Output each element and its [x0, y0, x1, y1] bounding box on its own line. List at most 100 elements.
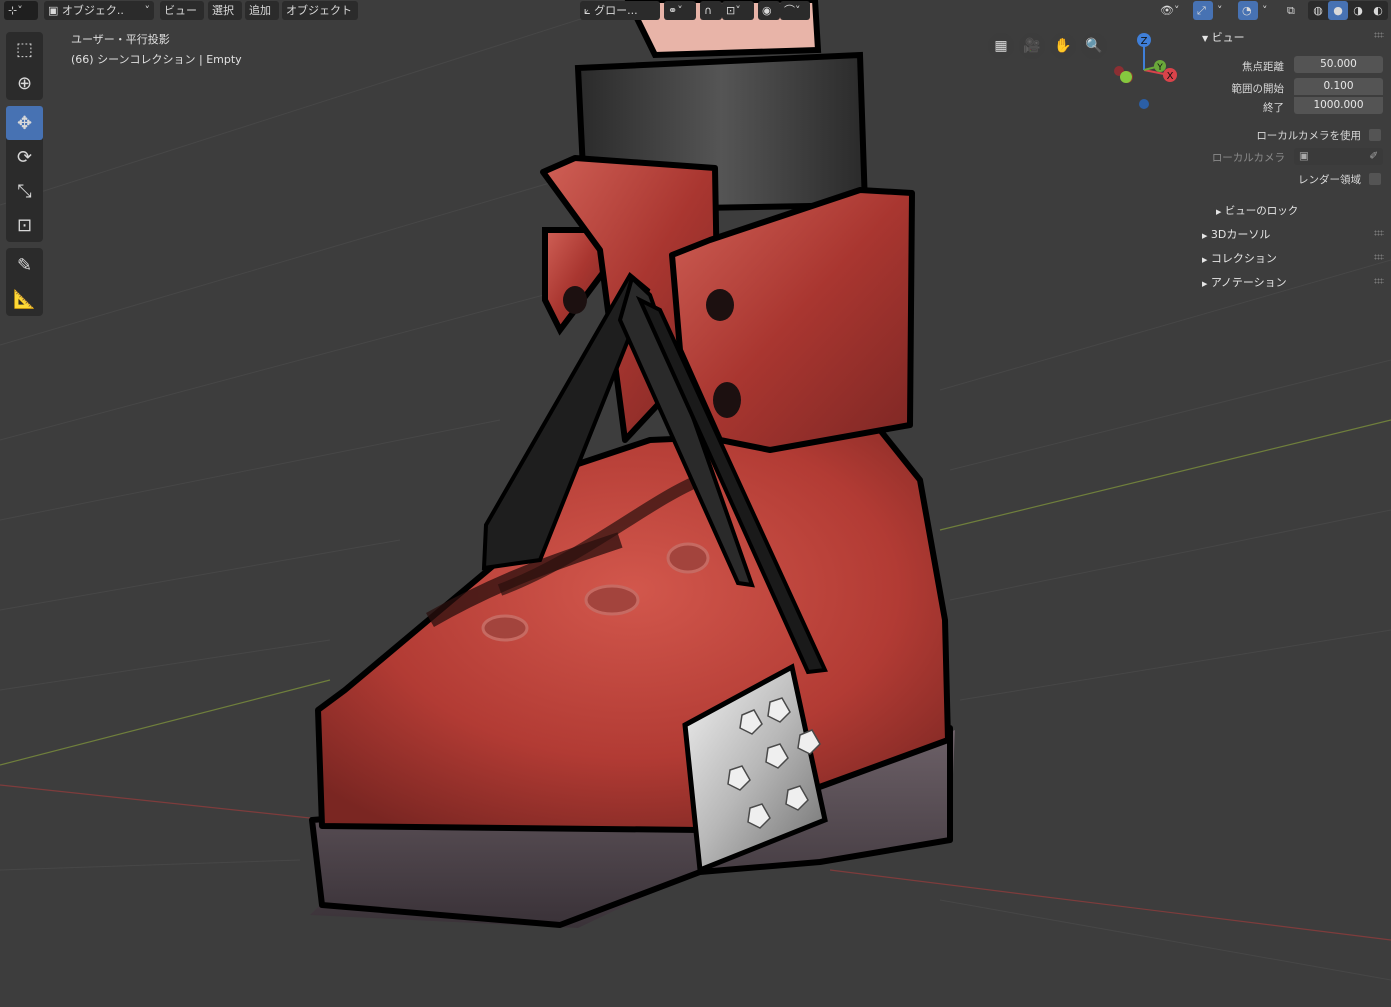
drag-handle-icon[interactable]: [1374, 230, 1384, 236]
snap-toggle[interactable]: ∩: [700, 1, 722, 20]
scale-icon[interactable]: ⤡: [6, 174, 43, 208]
falloff-curve-icon: ⌒˅: [784, 4, 801, 17]
pivot-point-button[interactable]: ⚭˅: [664, 1, 696, 20]
view-panel-title: ビュー: [1211, 31, 1245, 44]
overlay-dropdown[interactable]: ˅: [1258, 1, 1274, 20]
transform-orientation-label: グロー...: [594, 4, 638, 17]
drag-handle-icon[interactable]: [1374, 32, 1384, 38]
gizmo-dropdown[interactable]: ˅: [1213, 1, 1229, 20]
editor-type-button[interactable]: ⊹˅: [4, 1, 38, 20]
hand-pan-icon[interactable]: ✋: [1050, 33, 1076, 59]
local-camera-field[interactable]: ▣ ✐: [1294, 148, 1383, 165]
menu-add-label: 追加: [249, 4, 271, 17]
render-region-label: レンダー領域: [1298, 174, 1361, 186]
triangle-right-icon: ▶: [1216, 208, 1222, 216]
panel-collection-label: コレクション: [1210, 252, 1277, 265]
local-camera-label: ローカルカメラ: [1211, 152, 1285, 164]
chevron-down-icon: ˅: [1262, 4, 1268, 17]
overlay-icon: ◔: [1242, 4, 1252, 17]
gizmo-neg-y-icon[interactable]: [1120, 71, 1132, 83]
cursor-icon[interactable]: ⊕: [6, 66, 43, 100]
clip-start-label: 範囲の開始: [1231, 83, 1285, 95]
orientation-icon: ⟀: [584, 4, 591, 17]
grid-icon[interactable]: ▦: [988, 33, 1014, 59]
triangle-right-icon: ▶: [1202, 280, 1208, 288]
axis-icon: ⊹: [8, 4, 18, 17]
menu-add[interactable]: 追加: [245, 1, 279, 20]
triangle-right-icon: ▶: [1202, 256, 1208, 264]
tool-shelf: ⬚ ⊕ ✥ ⟳ ⤡ ⊡ ✎ 📐: [6, 32, 43, 322]
menu-object-label: オブジェクト: [286, 4, 352, 17]
camera-object-icon: ▣: [1299, 150, 1309, 162]
clip-end-label: 終了: [1263, 102, 1284, 114]
tool-group-transform: ✥ ⟳ ⤡ ⊡: [6, 106, 43, 242]
view-lock-subpanel[interactable]: ▶ ビューのロック: [1216, 203, 1298, 218]
xray-toggle[interactable]: ⧉: [1283, 1, 1303, 20]
render-region-checkbox[interactable]: [1369, 173, 1381, 185]
triangle-right-icon: ▶: [1202, 232, 1208, 240]
chevron-down-icon: ˅: [1217, 4, 1223, 17]
eye-icon: 👁˅: [1160, 4, 1180, 17]
move-icon[interactable]: ✥: [6, 106, 43, 140]
mode-dropdown[interactable]: ▣ オブジェク.. ˅: [44, 1, 154, 20]
gizmo-y-label: Y: [1156, 63, 1163, 73]
solid-shading-icon[interactable]: ●: [1328, 1, 1348, 20]
use-local-camera-label: ローカルカメラを使用: [1256, 130, 1361, 142]
menu-object[interactable]: オブジェクト: [282, 1, 358, 20]
gizmo-toggle[interactable]: ⤢: [1193, 1, 1213, 20]
view-name: ユーザー・平行投影: [71, 33, 170, 46]
falloff-button[interactable]: ⌒˅: [780, 1, 810, 20]
overlay-toggle[interactable]: ◔: [1238, 1, 1258, 20]
panel-3d-cursor-label: 3Dカーソル: [1210, 228, 1271, 241]
clip-end-field[interactable]: 1000.000: [1294, 97, 1383, 114]
transform-icon[interactable]: ⊡: [6, 208, 43, 242]
panel-annotation[interactable]: ▶ アノテーション: [1202, 274, 1287, 290]
snap-target-button[interactable]: ⊡˅: [722, 1, 754, 20]
wireframe-shading-icon[interactable]: ◍: [1308, 1, 1328, 20]
drag-handle-icon[interactable]: [1374, 278, 1384, 284]
gizmo-icon: ⤢: [1197, 4, 1206, 17]
viewport-scene: [0, 0, 1391, 981]
focal-length-label: 焦点距離: [1242, 61, 1284, 73]
panel-annotation-label: アノテーション: [1210, 276, 1287, 289]
xray-icon: ⧉: [1287, 4, 1295, 17]
gizmo-neg-z-icon[interactable]: [1139, 99, 1149, 109]
material-shading-icon[interactable]: ◑: [1348, 1, 1368, 20]
collection-info: (66) シーンコレクション | Empty: [71, 53, 242, 66]
gizmo-x-label: X: [1167, 71, 1174, 82]
menu-select-label: 選択: [212, 4, 234, 17]
boot-model: [309, 0, 955, 928]
annotate-icon[interactable]: ✎: [6, 248, 43, 282]
proportional-edit-icon: ◉: [762, 4, 772, 17]
3d-viewport[interactable]: ⊹˅ ▣ オブジェク.. ˅ ビュー 選択 追加 オブジェクト ⟀ グロー...…: [0, 0, 1391, 1007]
menu-view-label: ビュー: [164, 4, 197, 17]
rendered-shading-icon[interactable]: ◐: [1368, 1, 1388, 20]
drag-handle-icon[interactable]: [1374, 254, 1384, 260]
chevron-down-icon: ˅: [17, 4, 23, 17]
clip-start-field[interactable]: 0.100: [1294, 78, 1383, 95]
sidebar-panel: ▼ ビュー 焦点距離 50.000 範囲の開始 0.100 終了 1000.00…: [1194, 22, 1391, 302]
view-panel-header[interactable]: ▼ ビュー: [1202, 29, 1245, 45]
tool-group-annotate: ✎ 📐: [6, 248, 43, 316]
panel-collection[interactable]: ▶ コレクション: [1202, 250, 1277, 266]
visibility-button[interactable]: 👁˅: [1156, 1, 1188, 20]
use-local-camera-checkbox[interactable]: [1369, 129, 1381, 141]
gizmo-z-label: Z: [1141, 36, 1148, 47]
rotate-icon[interactable]: ⟳: [6, 140, 43, 174]
zoom-icon[interactable]: 🔍: [1081, 33, 1107, 59]
magnet-icon: ∩: [704, 4, 713, 17]
triangle-down-icon: ▼: [1202, 34, 1209, 43]
menu-select[interactable]: 選択: [208, 1, 242, 20]
measure-icon[interactable]: 📐: [6, 282, 43, 316]
panel-3d-cursor[interactable]: ▶ 3Dカーソル: [1202, 226, 1270, 242]
camera-icon[interactable]: 🎥: [1019, 33, 1045, 59]
menu-view[interactable]: ビュー: [160, 1, 204, 20]
focal-length-field[interactable]: 50.000: [1294, 56, 1383, 73]
mode-label: オブジェク..: [61, 4, 124, 17]
transform-orientation-dropdown[interactable]: ⟀ グロー...: [580, 1, 660, 20]
navigation-gizmo[interactable]: Z Y X: [1106, 28, 1186, 118]
select-box-icon[interactable]: ⬚: [6, 32, 43, 66]
eyedropper-icon[interactable]: ✐: [1369, 148, 1378, 165]
proportional-edit-toggle[interactable]: ◉: [758, 1, 780, 20]
pivot-icon: ⚭˅: [668, 4, 683, 17]
